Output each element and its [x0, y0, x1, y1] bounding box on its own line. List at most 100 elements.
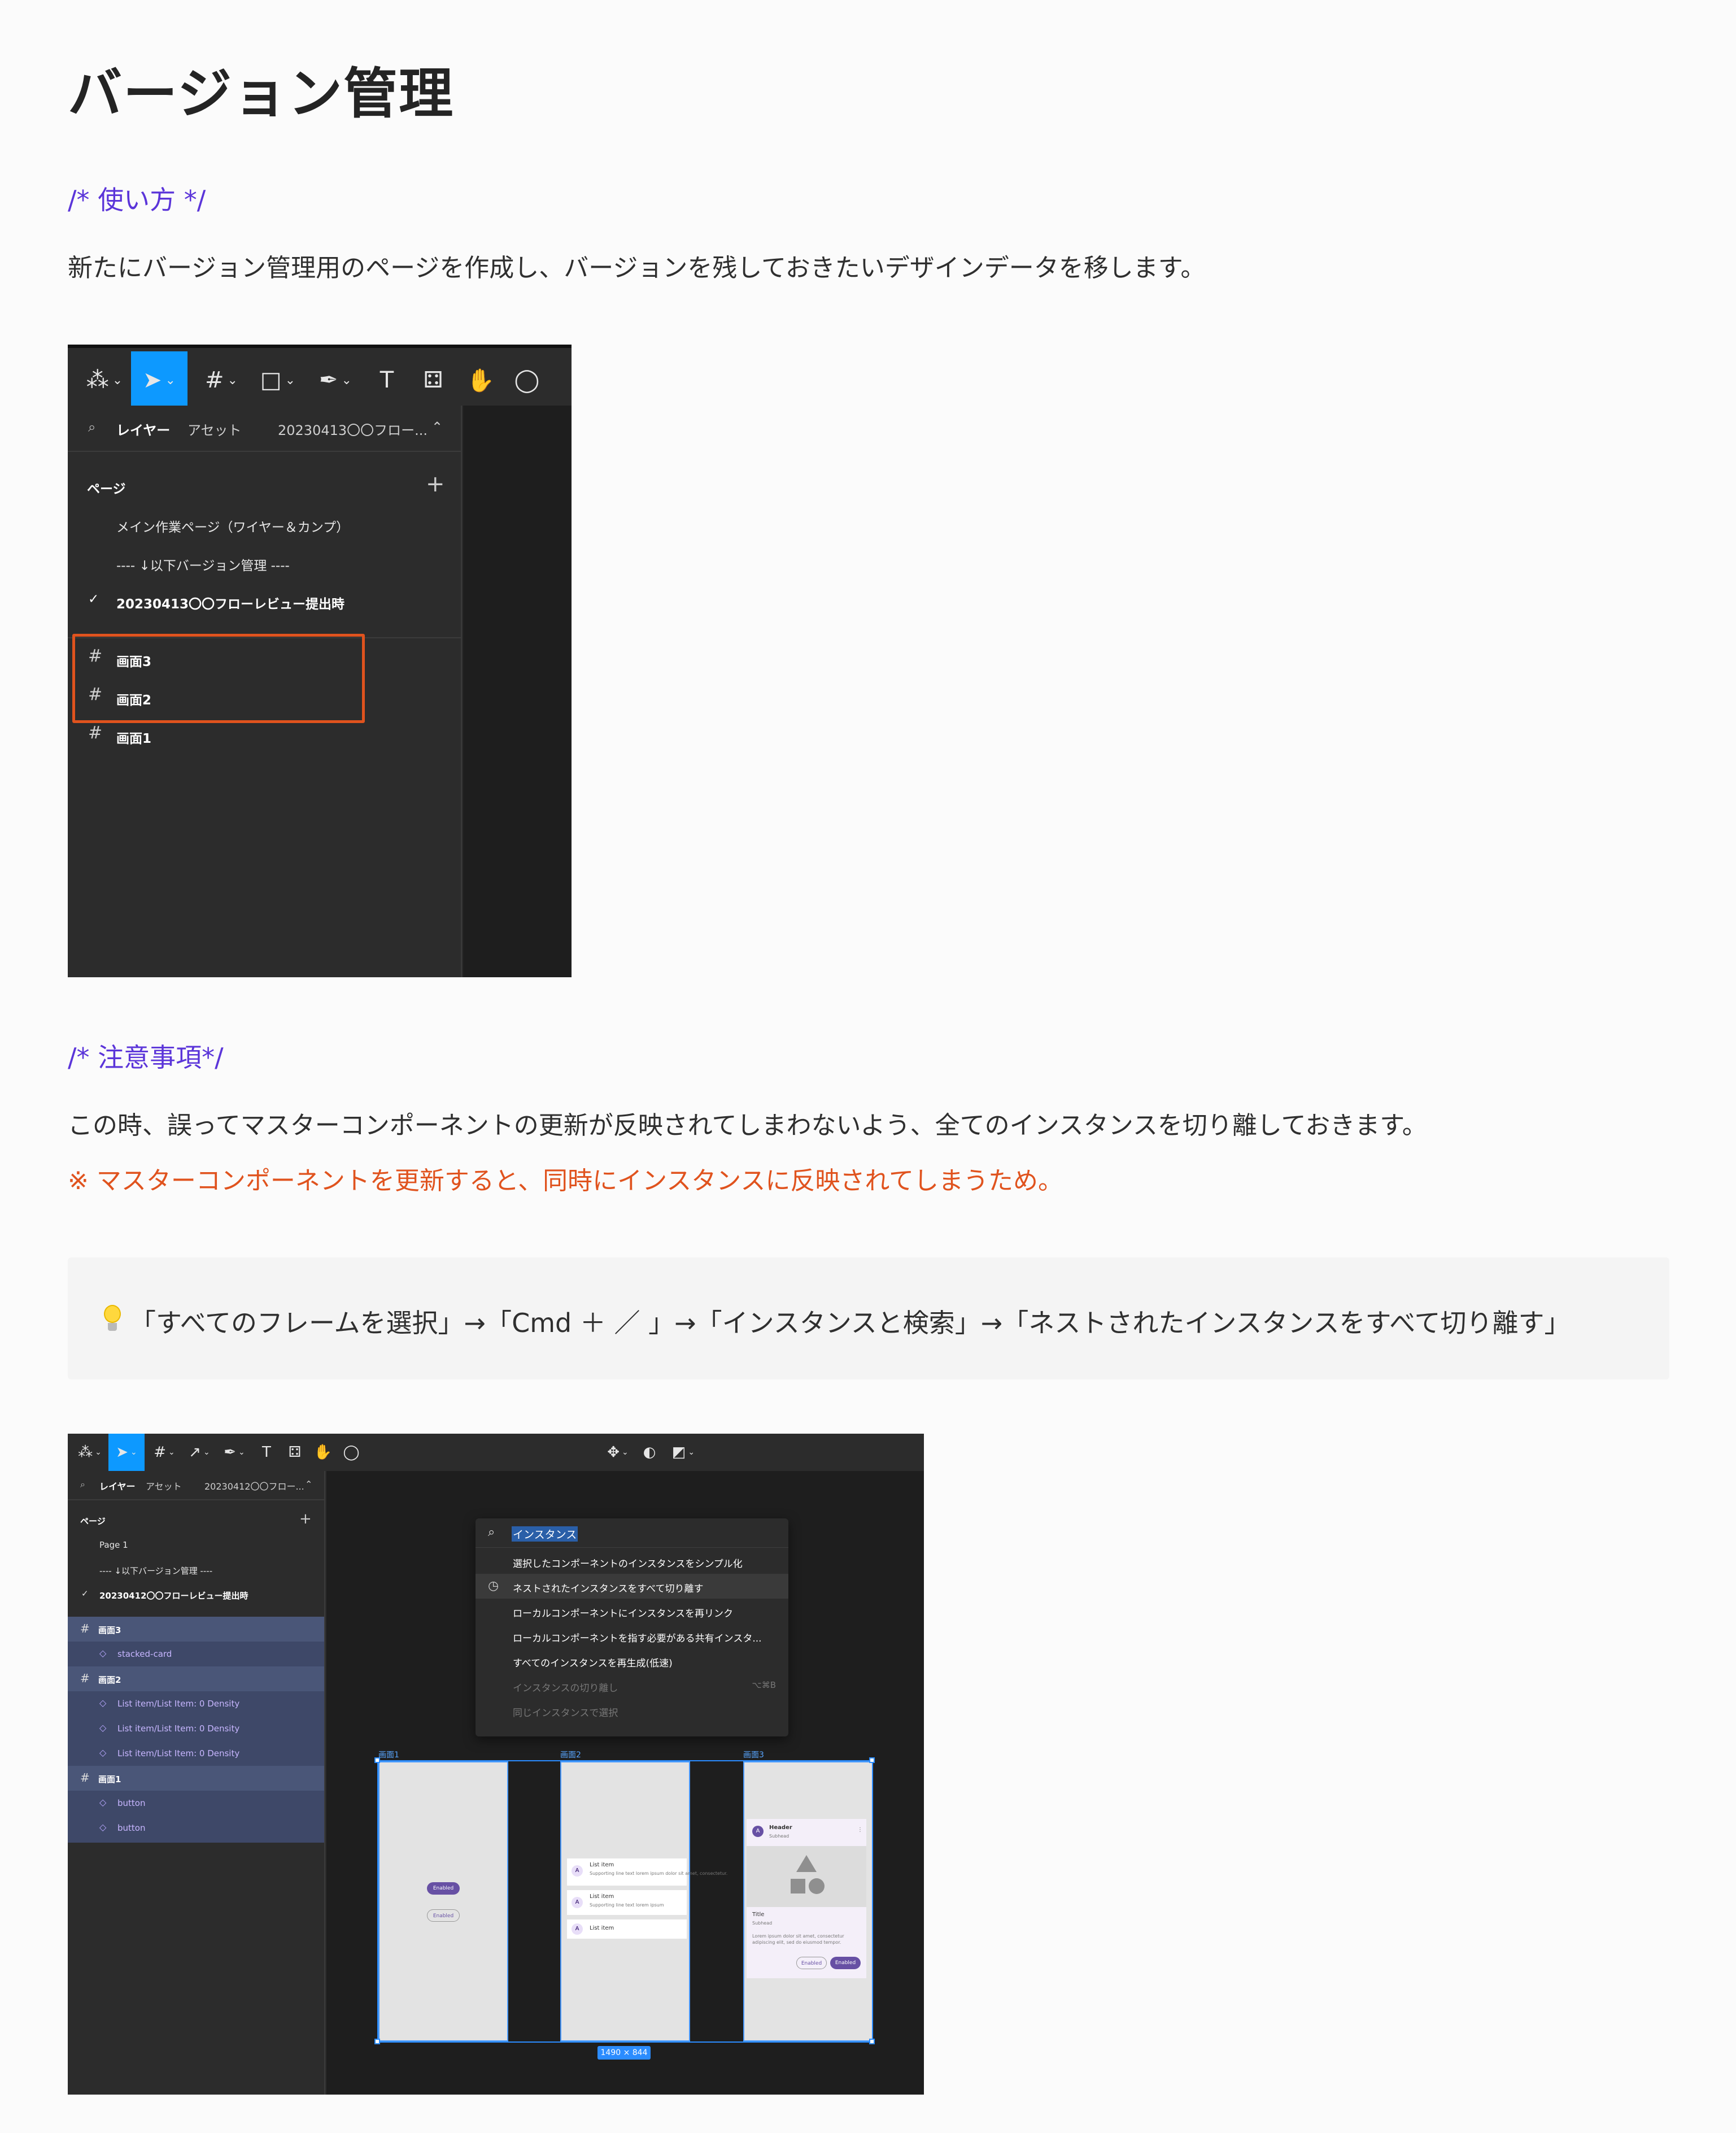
- pen-tool-icon[interactable]: ✒ ⌄: [307, 351, 364, 409]
- highlight-box: [72, 634, 365, 723]
- layer-frame-2[interactable]: # 画面2: [68, 1666, 324, 1691]
- section-title-usage: /* 使い方 */: [68, 185, 206, 215]
- tip-callout: 「すべてのフレームを選択」→「Cmd ＋ ／ 」→「インスタンスと検索」→「ネス…: [68, 1257, 1669, 1379]
- page-item-divider[interactable]: ---- ↓以下バージョン管理 ----: [116, 555, 290, 574]
- layer-frame-2[interactable]: 画面2: [116, 689, 151, 708]
- resources-icon[interactable]: ⚃: [410, 351, 456, 409]
- figma-menu-icon[interactable]: ⁂ ⌄: [73, 1434, 106, 1471]
- page-selector[interactable]: 20230412〇〇フロー...: [204, 1479, 304, 1492]
- instance-icon: ◇: [99, 1697, 107, 1708]
- tab-assets[interactable]: アセット: [187, 419, 242, 439]
- hand-tool-icon[interactable]: ✋: [457, 351, 504, 409]
- resize-handle[interactable]: [374, 2039, 380, 2044]
- frame-tool-icon[interactable]: # ⌄: [148, 1434, 181, 1471]
- stacked-card: A Header Subhead ⋮ Title Subhead Lorem i…: [747, 1819, 866, 1978]
- quick-actions-search[interactable]: ⌕ インスタンス: [476, 1518, 788, 1548]
- layer-child[interactable]: ◇ List item/List Item: 0 Density: [68, 1741, 324, 1766]
- size-badge: 1490 × 844: [597, 2046, 651, 2060]
- chevron-up-icon[interactable]: ⌃: [431, 419, 443, 435]
- contrast-icon[interactable]: ◐: [636, 1434, 663, 1471]
- comment-tool-icon[interactable]: ◯: [338, 1434, 365, 1471]
- list-item: A List item Supporting line text lorem i…: [567, 1858, 727, 1886]
- sidebar-tabs: ⌕ レイヤー アセット 20230413〇〇フロー... ⌃: [68, 406, 462, 452]
- resize-handle[interactable]: [869, 2039, 875, 2044]
- quick-action-detach-nested[interactable]: ◷ ネストされたインスタンスをすべて切り離す: [476, 1574, 788, 1599]
- caution-description: この時、誤ってマスターコンポーネントの更新が反映されてしまわないよう、全てのイン…: [68, 1111, 1427, 1140]
- search-icon: ⌕: [488, 1525, 495, 1539]
- frame-icon: #: [88, 685, 103, 704]
- more-icon: ⋮: [857, 1827, 863, 1833]
- quick-action-item[interactable]: ローカルコンポーネントにインスタンスを再リンク: [476, 1599, 788, 1623]
- text-tool-icon[interactable]: T: [253, 1434, 280, 1471]
- frame-label-3[interactable]: 画面3: [743, 1749, 764, 1760]
- layer-child[interactable]: ◇ button: [68, 1791, 324, 1816]
- component-icon[interactable]: ✥ ⌄: [601, 1434, 635, 1471]
- quick-action-item[interactable]: 同じインスタンスで選択: [476, 1698, 788, 1723]
- tab-layers[interactable]: レイヤー: [99, 1479, 136, 1492]
- button-outline: Enabled: [427, 1909, 460, 1922]
- instance-icon: ◇: [99, 1722, 107, 1733]
- line-tool-icon[interactable]: ↗ ⌄: [183, 1434, 216, 1471]
- page-item-main[interactable]: メイン作業ページ（ワイヤー＆カンプ）: [116, 516, 349, 536]
- search-icon[interactable]: ⌕: [88, 419, 95, 435]
- tab-layers[interactable]: レイヤー: [116, 419, 170, 439]
- quick-action-item[interactable]: ローカルコンポーネントを指す必要がある共有インスタ...: [476, 1623, 788, 1648]
- resize-handle[interactable]: [374, 1757, 380, 1763]
- resources-icon[interactable]: ⚃: [281, 1434, 308, 1471]
- boolean-icon[interactable]: ◩ ⌄: [666, 1434, 700, 1471]
- frame-tool-icon[interactable]: # ⌄: [193, 351, 250, 409]
- layer-child[interactable]: ◇ List item/List Item: 0 Density: [68, 1691, 324, 1716]
- selected-layers: # 画面3 ◇ stacked-card # 画面2 ◇ List item/L…: [68, 1617, 324, 1843]
- layers-sidebar: ⌕ レイヤー アセット 20230412〇〇フロー... ⌃ ページ + Pag…: [68, 1471, 325, 2095]
- figma-canvas[interactable]: [463, 406, 572, 977]
- sidebar-tabs: ⌕ レイヤー アセット 20230412〇〇フロー... ⌃: [68, 1471, 325, 1500]
- pen-tool-icon[interactable]: ✒ ⌄: [218, 1434, 251, 1471]
- add-page-icon[interactable]: +: [426, 471, 445, 497]
- frame-label-1[interactable]: 画面1: [378, 1749, 399, 1760]
- figma-toolbar: ⁂ ⌄ ➤ ⌄ # ⌄ □ ⌄ ✒ ⌄ T ⚃ ✋ ◯: [68, 345, 572, 409]
- chevron-up-icon[interactable]: ⌃: [305, 1479, 312, 1490]
- search-query[interactable]: インスタンス: [512, 1526, 578, 1542]
- move-tool-icon[interactable]: ➤ ⌄: [108, 1434, 145, 1471]
- page-item-review[interactable]: 20230413〇〇フローレビュー提出時: [116, 593, 344, 612]
- frame-label-2[interactable]: 画面2: [560, 1749, 581, 1760]
- tip-text: 「すべてのフレームを選択」→「Cmd ＋ ／ 」→「インスタンスと検索」→「ネス…: [130, 1308, 1571, 1338]
- quick-action-detach[interactable]: インスタンスの切り離し ⌥⌘B: [476, 1673, 788, 1698]
- clock-icon: ◷: [488, 1579, 499, 1593]
- shape-tool-icon[interactable]: □ ⌄: [250, 351, 306, 409]
- instance-icon: ◇: [99, 1822, 107, 1832]
- quick-action-item[interactable]: すべてのインスタンスを再生成(低速): [476, 1648, 788, 1673]
- layer-child[interactable]: ◇ stacked-card: [68, 1642, 324, 1666]
- checkmark-icon: ✓: [81, 1588, 89, 1599]
- layer-child[interactable]: ◇ List item/List Item: 0 Density: [68, 1716, 324, 1741]
- frame-icon: #: [88, 646, 103, 666]
- frame-icon: #: [88, 723, 103, 743]
- shortcut-label: ⌥⌘B: [752, 1680, 776, 1690]
- frame-icon: #: [80, 1771, 90, 1784]
- layer-frame-1[interactable]: # 画面1: [68, 1766, 324, 1791]
- layer-frame-1[interactable]: 画面1: [116, 728, 151, 747]
- search-icon[interactable]: ⌕: [80, 1479, 85, 1490]
- hand-tool-icon[interactable]: ✋: [309, 1434, 337, 1471]
- page-selector[interactable]: 20230413〇〇フロー...: [278, 419, 428, 439]
- resize-handle[interactable]: [869, 1757, 875, 1763]
- add-page-icon[interactable]: +: [299, 1510, 312, 1527]
- figma-toolbar: ⁂ ⌄ ➤ ⌄ # ⌄ ↗ ⌄ ✒ ⌄ T ⚃ ✋ ◯ ✥ ⌄ ◐ ◩ ⌄: [68, 1434, 924, 1471]
- list-item: A List item Supporting line text lorem i…: [567, 1890, 687, 1915]
- page-item-review[interactable]: 20230412〇〇フローレビュー提出時: [99, 1590, 248, 1601]
- move-tool-icon[interactable]: ➤ ⌄: [131, 351, 187, 409]
- shapes-icon: [791, 1855, 825, 1894]
- quick-actions-menu: ⌕ インスタンス 選択したコンポーネントのインスタンスをシンプル化 ◷ ネストさ…: [476, 1518, 788, 1736]
- layer-child[interactable]: ◇ button: [68, 1816, 324, 1840]
- tab-assets[interactable]: アセット: [146, 1479, 182, 1492]
- avatar: A: [572, 1865, 583, 1877]
- text-tool-icon[interactable]: T: [364, 351, 410, 409]
- layer-frame-3[interactable]: # 画面3: [68, 1617, 324, 1642]
- layer-frame-3[interactable]: 画面3: [116, 651, 151, 670]
- page-title: バージョン管理: [68, 62, 455, 125]
- figma-menu-icon[interactable]: ⁂ ⌄: [77, 351, 132, 409]
- comment-tool-icon[interactable]: ◯: [504, 351, 550, 409]
- page-item-divider[interactable]: ---- ↓以下バージョン管理 ----: [99, 1565, 212, 1577]
- page-item-page1[interactable]: Page 1: [99, 1540, 128, 1550]
- quick-action-item[interactable]: 選択したコンポーネントのインスタンスをシンプル化: [476, 1549, 788, 1574]
